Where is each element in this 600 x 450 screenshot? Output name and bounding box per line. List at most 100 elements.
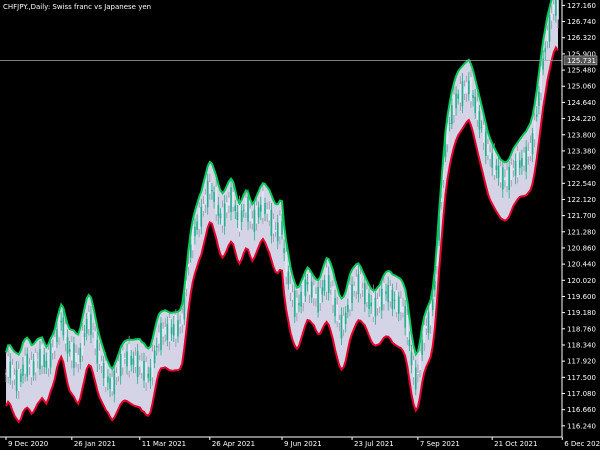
candle-body [217,204,220,216]
candle-body [264,202,266,215]
candle-body [495,165,498,170]
candle-body [408,339,411,347]
candle-body [332,286,334,305]
candle-body [88,311,90,330]
y-tick-label: 120.440 [567,261,596,269]
candle-body [308,272,311,295]
candle-body [79,347,82,363]
candle-body [262,191,264,218]
candle-body [257,207,260,218]
candle-body [60,320,62,323]
candle-body [155,345,158,348]
candle-body [54,337,56,351]
price-chart[interactable]: 127.160126.740126.320125.900125.480125.0… [0,0,600,450]
candle-body [75,352,77,363]
candle-body [412,360,415,378]
candle-body [406,315,409,338]
candle-body [100,361,103,366]
candle-body [238,204,241,232]
y-tick-label: 116.660 [567,406,596,414]
x-tick-label: 26 Jan 2021 [74,440,116,448]
y-tick-label: 125.480 [567,67,596,75]
candle-body [226,202,228,213]
candle-body [62,317,65,336]
candle-body [107,376,109,383]
candle-body [49,343,52,368]
candle-body [451,105,453,125]
candle-body [555,0,557,16]
y-tick-label: 117.080 [567,390,596,398]
candle-body [395,290,398,312]
candle-body [400,298,402,313]
y-tick-label: 120.020 [567,277,596,285]
candle-body [96,339,99,364]
candle-body [22,364,24,376]
candle-body [255,205,258,224]
candle-body [121,350,124,368]
candle-body [228,197,230,206]
candle-body [34,353,37,373]
candle-body [11,364,14,381]
candle-body [28,364,31,367]
candle-body [117,361,120,377]
candle-body [538,91,540,106]
candle-body [145,362,147,383]
candle-body [310,281,313,298]
y-tick-label: 122.540 [567,180,596,188]
candle-body [364,283,366,305]
candle-body [385,291,387,295]
candle-body [533,120,536,140]
candle-body [461,81,464,107]
candle-body [315,294,317,299]
candle-body [342,315,345,330]
candle-body [455,93,457,109]
candle-body [204,194,207,205]
candle-body [149,367,152,382]
y-tick-label: 126.740 [567,18,596,26]
candle-body [404,306,406,328]
candle-body [357,273,360,295]
candle-body [374,297,377,317]
candle-body [236,212,239,220]
candle-body [380,288,383,311]
price-marker: 125.731 [563,55,598,66]
candle-body [514,160,517,176]
candle-body [15,369,18,392]
candle-body [302,279,305,303]
candle-body [283,247,285,254]
candle-body [298,303,300,306]
candle-body [321,287,324,295]
candle-body [423,325,426,343]
candle-body [336,304,338,322]
candle-body [37,359,39,361]
candle-body [472,94,474,98]
x-tick-label: 6 Dec 2021 [564,440,600,448]
candle-body [253,209,256,232]
candle-body [77,355,79,364]
candle-body [51,347,54,353]
candle-body [111,377,113,392]
candle-body [13,374,16,380]
candle-body [115,373,118,378]
candle-body [465,82,468,94]
candle-body [92,330,94,332]
candle-body [389,286,392,302]
candle-body [276,222,279,242]
candle-body [383,282,385,304]
candle-body [56,329,58,343]
candle-body [45,360,48,368]
candle-body [502,167,504,190]
candle-body [177,319,179,337]
y-tick-label: 118.340 [567,341,596,349]
chart-window[interactable]: 127.160 126.740 126.320 125.900 125.480 125.0… [0,0,600,450]
candle [160,317,162,356]
candle-body [482,124,485,143]
candle-body [480,126,483,128]
candle-body [368,293,370,309]
candle-body [414,367,417,390]
y-tick-label: 118.760 [567,325,596,333]
candle-body [175,314,177,339]
candle-body [453,94,455,115]
candle-body [232,191,234,207]
candle-body [124,357,126,359]
